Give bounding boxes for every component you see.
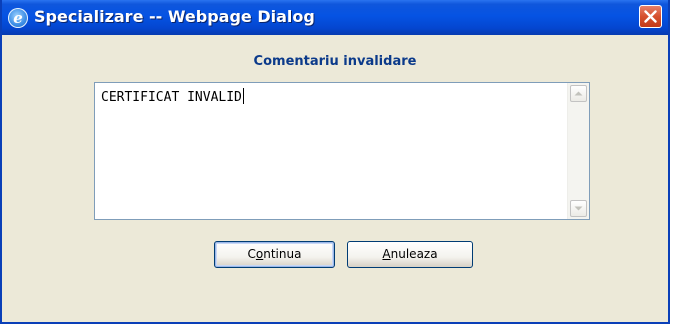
text-caret: [242, 88, 244, 104]
dialog-window: e Specializare -- Webpage Dialog Comenta…: [0, 0, 670, 324]
scroll-up-button[interactable]: [570, 85, 587, 102]
comment-textarea[interactable]: CERTIFICAT INVALID: [94, 82, 590, 220]
title-bar[interactable]: e Specializare -- Webpage Dialog: [2, 0, 668, 35]
arrow-down-icon: [574, 206, 583, 211]
comment-text: CERTIFICAT INVALID: [101, 88, 244, 105]
cancel-button[interactable]: Anuleaza: [347, 241, 473, 268]
continue-button[interactable]: Continua: [214, 241, 335, 268]
dialog-content: Comentariu invalidare CERTIFICAT INVALID…: [2, 35, 668, 322]
vertical-scrollbar[interactable]: [567, 83, 589, 219]
window-title: Specializare -- Webpage Dialog: [34, 7, 315, 26]
scroll-down-button[interactable]: [570, 200, 587, 217]
arrow-up-icon: [574, 91, 583, 96]
comment-heading: Comentariu invalidare: [253, 54, 417, 69]
close-icon: [644, 10, 657, 23]
close-button[interactable]: [639, 5, 662, 28]
ie-icon: e: [8, 8, 28, 28]
